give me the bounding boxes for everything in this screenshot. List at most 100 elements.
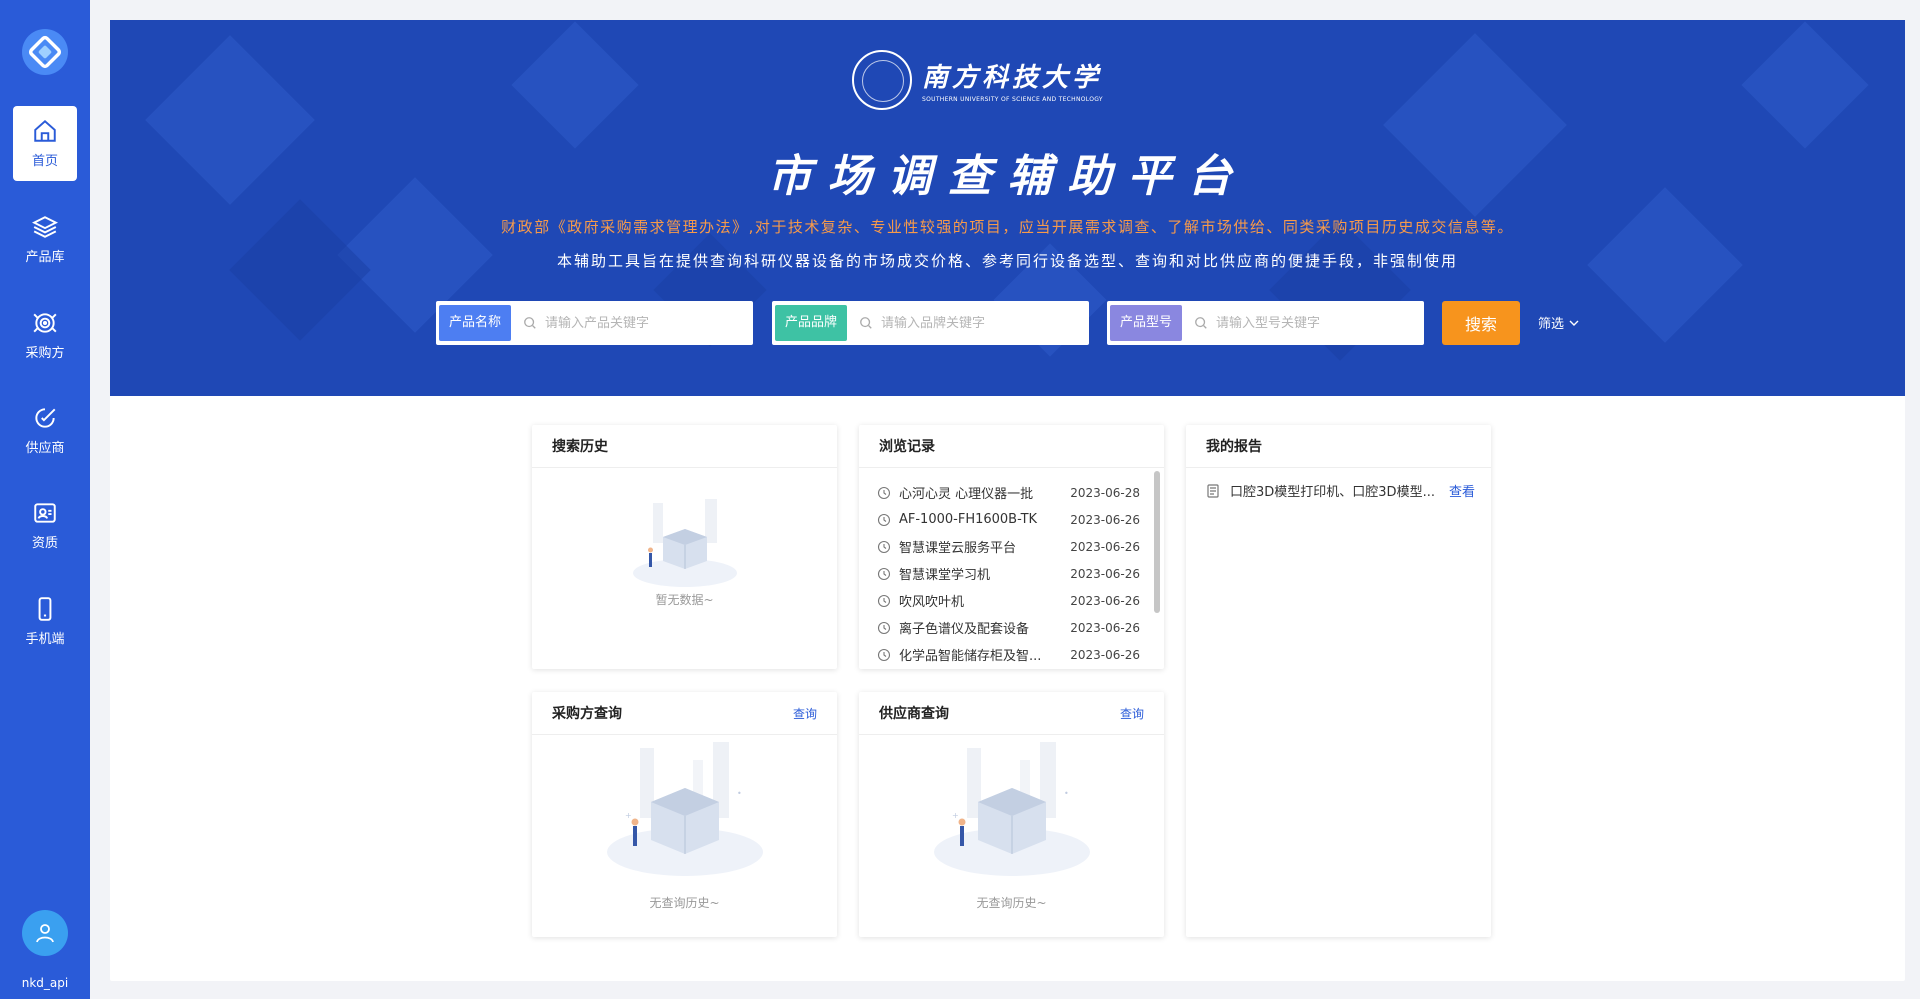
list-item[interactable]: AF-1000-FH1600B-TK 2023-06-26	[877, 506, 1140, 533]
search-tag-product-name[interactable]: 产品名称	[439, 305, 512, 341]
search-icon	[1195, 317, 1207, 329]
browse-item-name: 化学品智能储存柜及智...	[899, 649, 1042, 664]
browse-item-date: 2023-06-26	[1070, 539, 1140, 554]
svg-text:+: +	[625, 811, 632, 820]
chevron-down-icon	[1569, 320, 1579, 326]
empty-text: 暂无数据~	[655, 593, 714, 607]
list-item[interactable]: 吹风吹叶机 2023-06-26	[877, 587, 1140, 614]
sidebar-item-label: 首页	[31, 154, 58, 169]
university-name-cn: 南方科技大学	[922, 63, 1103, 93]
policy-notice: 财政部《政府采购需求管理办法》,对于技术复杂、专业性较强的项目，应当开展需求调查…	[501, 218, 1514, 236]
layers-icon	[32, 216, 58, 238]
target-icon	[33, 313, 57, 333]
user-icon	[36, 924, 54, 943]
supplier-query-panel: 供应商查询 查询 + • 无查询历史~	[859, 692, 1164, 937]
panel-title: 搜索历史	[552, 439, 608, 455]
sidebar-item-qualification[interactable]: 资质	[13, 488, 77, 563]
clock-icon	[877, 540, 891, 553]
browse-item-date: 2023-06-26	[1070, 620, 1140, 635]
report-name: 口腔3D模型打印机、口腔3D模型...	[1230, 485, 1435, 500]
svg-text:•: •	[1064, 789, 1069, 798]
search-tag-model[interactable]: 产品型号	[1110, 305, 1183, 341]
browse-item-name: 心河心灵 心理仪器一批	[899, 487, 1034, 502]
model-search: 产品型号	[1107, 301, 1424, 345]
panel-title: 我的报告	[1206, 439, 1262, 455]
my-reports-panel: 我的报告 口腔3D模型打印机、口腔3D模型... 查看	[1186, 425, 1491, 937]
filter-toggle[interactable]: 筛选	[1538, 313, 1579, 332]
empty-box-illustration-icon	[632, 499, 737, 587]
app-logo-icon[interactable]	[21, 28, 69, 76]
sidebar-item-product-library[interactable]: 产品库	[13, 202, 77, 277]
sidebar-item-label: 资质	[31, 536, 58, 551]
product-name-input[interactable]	[545, 315, 750, 331]
list-item[interactable]: 智慧课堂云服务平台 2023-06-26	[877, 533, 1140, 560]
browse-item-name: 智慧课堂云服务平台	[899, 541, 1017, 556]
sidebar-item-label: 供应商	[25, 441, 65, 456]
browse-item-date: 2023-06-26	[1070, 512, 1140, 527]
university-brand: 南方科技大学 SOUTHERN UNIVERSITY OF SCIENCE AN…	[852, 50, 1103, 110]
list-item[interactable]: 心河心灵 心理仪器一批 2023-06-28	[877, 479, 1140, 506]
browse-item-date: 2023-06-26	[1070, 566, 1140, 581]
browse-item-name: 智慧课堂学习机	[899, 568, 991, 583]
list-item[interactable]: 化学品智能储存柜及智... 2023-06-26	[877, 641, 1140, 668]
id-card-icon	[34, 503, 56, 523]
browse-item-name: AF-1000-FH1600B-TK	[899, 512, 1038, 527]
empty-state: 暂无数据~	[532, 495, 837, 608]
mobile-icon	[38, 597, 52, 621]
main-content: 南方科技大学 SOUTHERN UNIVERSITY OF SCIENCE AN…	[110, 20, 1905, 981]
product-name-search: 产品名称	[436, 301, 753, 345]
username: nkd_api	[21, 976, 69, 990]
sidebar-item-supplier[interactable]: 供应商	[13, 393, 77, 468]
sidebar-item-buyer[interactable]: 采购方	[13, 298, 77, 373]
empty-state: + • 无查询历史~	[859, 740, 1164, 911]
brand-input[interactable]	[881, 315, 1086, 331]
clock-icon	[877, 648, 891, 661]
browse-item-date: 2023-06-26	[1070, 647, 1140, 662]
search-tag-brand[interactable]: 产品品牌	[775, 305, 848, 341]
browse-item-name: 离子色谱仪及配套设备	[899, 622, 1030, 637]
search-icon	[524, 317, 536, 329]
filter-label: 筛选	[1538, 317, 1565, 332]
document-icon	[1207, 483, 1219, 498]
clock-icon	[877, 594, 891, 607]
empty-box-illustration-icon: +•	[933, 742, 1090, 876]
model-input[interactable]	[1216, 315, 1421, 331]
university-name-en: SOUTHERN UNIVERSITY OF SCIENCE AND TECHN…	[922, 96, 1103, 103]
panel-title: 浏览记录	[879, 439, 935, 455]
query-link[interactable]: 查询	[793, 705, 817, 722]
empty-text: 无查询历史~	[976, 896, 1047, 910]
sidebar: 首页 产品库 采购方 供应商 资质 手机端 nkd_api	[0, 0, 90, 999]
sidebar-item-label: 采购方	[25, 346, 65, 361]
view-report-link[interactable]: 查看	[1449, 481, 1475, 500]
query-link[interactable]: 查询	[1120, 705, 1144, 722]
scrollbar[interactable]	[1154, 471, 1160, 613]
sidebar-item-home[interactable]: 首页	[13, 106, 77, 181]
list-item[interactable]: 口腔3D模型打印机、口腔3D模型... 查看	[1206, 481, 1475, 500]
list-item[interactable]: 智慧课堂学习机 2023-06-26	[877, 560, 1140, 587]
browse-item-name: 吹风吹叶机	[899, 595, 965, 610]
empty-text: 无查询历史~	[649, 896, 720, 910]
browse-item-date: 2023-06-26	[1070, 593, 1140, 608]
clock-icon	[877, 567, 891, 580]
hero-banner: 南方科技大学 SOUTHERN UNIVERSITY OF SCIENCE AN…	[110, 20, 1905, 396]
list-item[interactable]: 离子色谱仪及配套设备 2023-06-26	[877, 614, 1140, 641]
sidebar-item-mobile[interactable]: 手机端	[13, 584, 77, 659]
browse-item-date: 2023-06-28	[1070, 485, 1140, 500]
avatar[interactable]	[22, 910, 68, 956]
user-menu[interactable]: nkd_api	[0, 910, 90, 990]
empty-box-illustration-icon: +•	[606, 742, 763, 876]
university-seal-icon	[852, 50, 912, 110]
page-title: 市场调查辅助平台	[767, 151, 1248, 202]
empty-state: + • 无查询历史~	[532, 740, 837, 911]
svg-text:•: •	[737, 789, 742, 798]
brand-search: 产品品牌	[772, 301, 1089, 345]
svg-text:+: +	[952, 811, 959, 820]
clock-icon	[877, 621, 891, 634]
sidebar-item-label: 手机端	[25, 632, 65, 647]
edit-circle-icon	[35, 408, 56, 428]
panel-title: 供应商查询	[879, 706, 949, 722]
clock-icon	[877, 486, 891, 499]
sidebar-item-label: 产品库	[25, 250, 65, 265]
tool-description: 本辅助工具旨在提供查询科研仪器设备的市场成交价格、参考同行设备选型、查询和对比供…	[556, 252, 1458, 270]
search-button[interactable]: 搜索	[1442, 301, 1520, 345]
